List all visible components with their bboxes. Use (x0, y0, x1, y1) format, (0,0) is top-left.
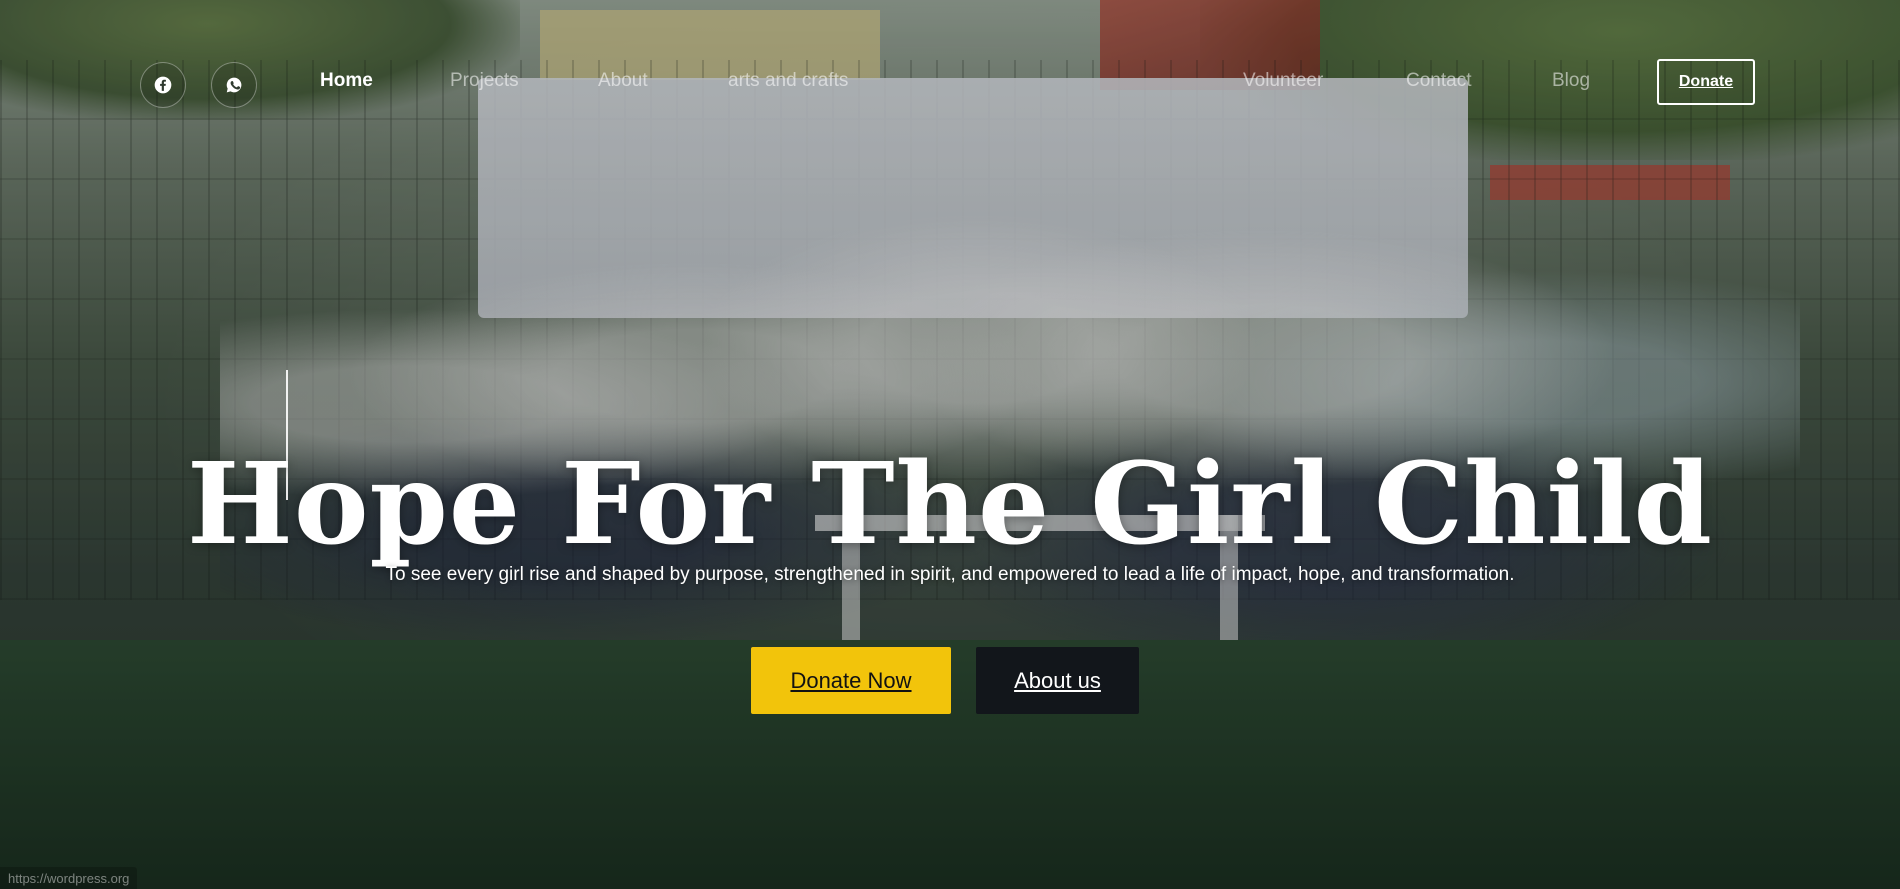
nav-blog[interactable]: Blog (1552, 70, 1590, 92)
donate-button[interactable]: Donate (1657, 59, 1755, 105)
hero-title: Hope For The Girl Child (187, 439, 1713, 571)
about-us-button[interactable]: About us (976, 647, 1139, 714)
whatsapp-icon (224, 75, 244, 95)
nav-home[interactable]: Home (320, 70, 373, 92)
hero-section: Home Projects About arts and crafts Volu… (0, 0, 1900, 889)
nav-arts-and-crafts[interactable]: arts and crafts (728, 70, 848, 92)
nav-contact[interactable]: Contact (1406, 70, 1471, 92)
facebook-icon (153, 75, 173, 95)
nav-volunteer[interactable]: Volunteer (1243, 70, 1323, 92)
top-navigation: Home Projects About arts and crafts Volu… (0, 0, 1900, 166)
hero-subtitle: To see every girl rise and shaped by pur… (385, 564, 1515, 585)
whatsapp-link[interactable] (211, 62, 257, 108)
nav-projects[interactable]: Projects (450, 70, 519, 92)
link-status-bar: https://wordpress.org (0, 867, 138, 889)
donate-now-button[interactable]: Donate Now (751, 647, 951, 714)
nav-about[interactable]: About (598, 70, 648, 92)
facebook-link[interactable] (140, 62, 186, 108)
